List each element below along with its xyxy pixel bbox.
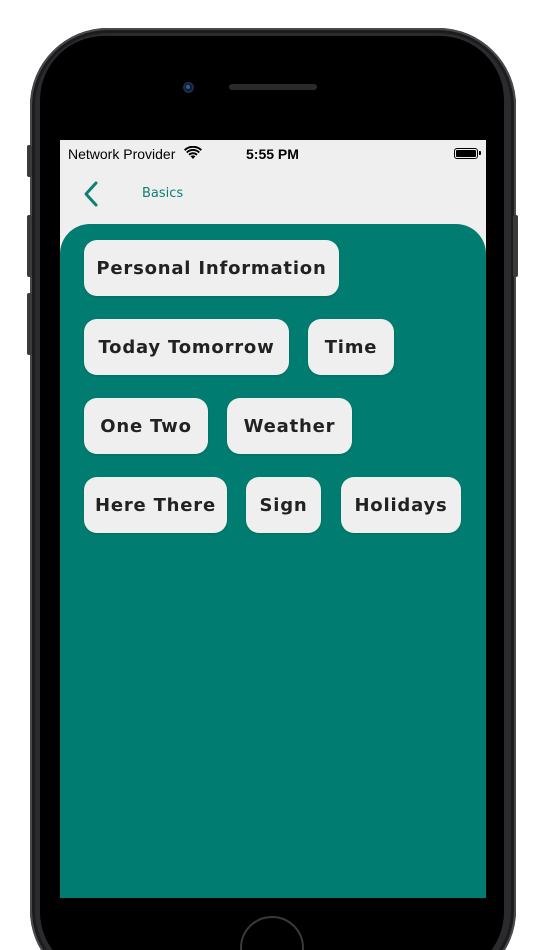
topic-chip-one-two[interactable]: One Two <box>84 398 208 454</box>
carrier-name: Network Provider <box>68 146 176 162</box>
back-button[interactable] <box>78 178 108 210</box>
battery-icon <box>454 148 481 159</box>
wifi-icon <box>184 146 202 159</box>
topic-chip-weather[interactable]: Weather <box>227 398 352 454</box>
power-button <box>513 215 518 277</box>
topic-chip-personal-information[interactable]: Personal Information <box>84 240 339 296</box>
chevron-left-icon <box>84 181 98 207</box>
topic-chip-here-there[interactable]: Here There <box>84 477 227 533</box>
topic-label: One Two <box>100 415 192 437</box>
earpiece-speaker <box>229 84 317 90</box>
topic-label: Weather <box>243 415 336 437</box>
topic-label: Holidays <box>354 494 448 516</box>
topic-chip-sign[interactable]: Sign <box>246 477 321 533</box>
topic-chip-holidays[interactable]: Holidays <box>341 477 461 533</box>
status-time: 5:55 PM <box>246 146 299 162</box>
volume-down-button <box>27 293 32 355</box>
topic-label: Here There <box>94 494 216 516</box>
front-camera <box>183 82 194 93</box>
volume-up-button <box>27 215 32 277</box>
navigation-bar: Basics <box>60 168 486 224</box>
topic-chip-time[interactable]: Time <box>308 319 394 375</box>
status-bar: Network Provider 5:55 PM <box>60 140 486 168</box>
app-screen: Network Provider 5:55 PM Basics Personal… <box>60 140 486 898</box>
page-title: Basics <box>142 186 184 201</box>
topic-label: Time <box>324 336 378 358</box>
topic-label: Today Tomorrow <box>98 336 275 358</box>
topic-label: Sign <box>259 494 308 516</box>
topic-label: Personal Information <box>96 257 327 279</box>
mute-switch <box>27 145 32 177</box>
device-mockup: Network Provider 5:55 PM Basics Personal… <box>0 0 534 950</box>
topics-panel: Personal Information Today Tomorrow Time… <box>60 224 486 898</box>
topic-chip-today-tomorrow[interactable]: Today Tomorrow <box>84 319 289 375</box>
